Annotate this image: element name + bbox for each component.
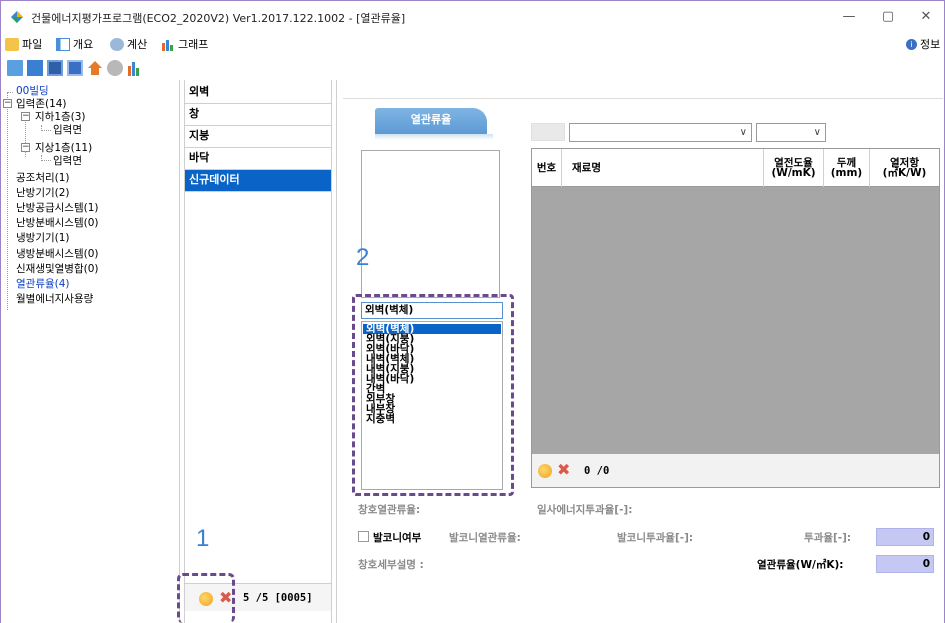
window-desc-label: 창호세부설명 : bbox=[358, 559, 424, 571]
balcony-checkbox[interactable] bbox=[358, 531, 369, 542]
category-item[interactable]: 창 bbox=[185, 104, 331, 126]
grid-header: 번호 재료명 열전도율 (W/mK) 두께 (mm) 열저항 (㎡K/W) bbox=[532, 149, 939, 187]
tree-collapse-icon[interactable]: − bbox=[21, 143, 30, 152]
callout-box-1 bbox=[177, 573, 235, 623]
thickness-select[interactable]: ∨ bbox=[756, 123, 826, 142]
tree-node-ahu[interactable]: 공조처리(1) bbox=[16, 170, 70, 185]
category-item-selected[interactable]: 신규데이터 bbox=[185, 170, 331, 192]
save-icon[interactable] bbox=[47, 60, 63, 76]
tab-underline bbox=[375, 134, 493, 140]
tree-node-basement1-face[interactable]: 입력면 bbox=[53, 122, 82, 137]
menu-bar: 파일 개요 계산 그래프 i 정보 bbox=[0, 32, 945, 56]
gear-icon[interactable] bbox=[107, 60, 123, 76]
grid-col-thickness[interactable]: 두께 (mm) bbox=[824, 149, 870, 187]
title-bar: 건물에너지평가프로그램(ECO2_2020V2) Ver1.2017.122.1… bbox=[0, 0, 945, 32]
category-count: 5 /5 [0005] bbox=[243, 592, 313, 604]
menu-file-label: 파일 bbox=[22, 38, 43, 51]
category-item[interactable]: 지붕 bbox=[185, 126, 331, 148]
grid-col-name[interactable]: 재료명 bbox=[562, 149, 764, 187]
new-file-icon[interactable] bbox=[7, 60, 23, 76]
uvalue-result-field[interactable]: 0 bbox=[876, 555, 934, 573]
material-code-box bbox=[531, 123, 565, 141]
material-select[interactable]: ∨ bbox=[569, 123, 752, 142]
uvalue-result-label: 열관류율(W/㎡K): bbox=[757, 559, 844, 571]
callout-number-2: 2 bbox=[356, 244, 370, 271]
tree-connector bbox=[41, 155, 51, 161]
layer-grid[interactable]: 번호 재료명 열전도율 (W/mK) 두께 (mm) 열저항 (㎡K/W) bbox=[531, 148, 940, 488]
upper-list-box[interactable] bbox=[361, 150, 500, 298]
tree-node-heating-dist[interactable]: 난방분배시스템(0) bbox=[16, 215, 99, 230]
menu-info-label: 정보 bbox=[920, 38, 941, 51]
home-icon[interactable] bbox=[87, 60, 103, 76]
window-uvalue-label: 창호열관류율: bbox=[358, 504, 421, 516]
tree-collapse-icon[interactable]: − bbox=[21, 112, 30, 121]
bar-chart-icon bbox=[162, 39, 173, 51]
minimize-button[interactable]: — bbox=[829, 5, 869, 29]
toolbar bbox=[0, 56, 945, 80]
menu-calc-label: 계산 bbox=[127, 38, 148, 51]
tree-node-renewable[interactable]: 신재생및열병합(0) bbox=[16, 261, 99, 276]
grid-col-resistance[interactable]: 열저항 (㎡K/W) bbox=[870, 149, 939, 187]
balcony-label: 발코니여부 bbox=[373, 532, 422, 544]
tree-node-cooling-equip[interactable]: 냉방기기(1) bbox=[16, 230, 70, 245]
category-item[interactable]: 외벽 bbox=[185, 82, 331, 104]
menu-file[interactable]: 파일 bbox=[5, 36, 42, 52]
shgc-label: 일사에너지투과율[-]: bbox=[537, 504, 633, 516]
menu-info[interactable]: i 정보 bbox=[906, 36, 940, 52]
calculator-icon bbox=[110, 37, 124, 51]
transmittance-field[interactable]: 0 bbox=[876, 528, 934, 546]
chevron-down-icon: ∨ bbox=[813, 127, 821, 138]
tree-node-floor1-face[interactable]: 입력면 bbox=[53, 153, 82, 168]
callout-box-2 bbox=[352, 294, 514, 496]
balcony-uvalue-label: 발코니열관류율: bbox=[449, 532, 521, 544]
tree-node-cooling-dist[interactable]: 냉방분배시스템(0) bbox=[16, 246, 99, 261]
add-icon[interactable] bbox=[538, 464, 552, 478]
menu-overview-label: 개요 bbox=[73, 38, 94, 51]
open-folder-icon[interactable] bbox=[27, 60, 43, 76]
save-as-icon[interactable] bbox=[67, 60, 83, 76]
close-button[interactable]: ✕ bbox=[906, 5, 945, 29]
category-item[interactable]: 바닥 bbox=[185, 148, 331, 170]
tree-node-uvalue[interactable]: 열관류율(4) bbox=[16, 276, 70, 291]
delete-icon[interactable]: ✖ bbox=[557, 462, 570, 478]
tree-collapse-icon[interactable]: − bbox=[3, 99, 12, 108]
callout-number-1: 1 bbox=[196, 525, 210, 552]
grid-footer: ✖ 0 /0 bbox=[531, 454, 940, 488]
menu-calc[interactable]: 계산 bbox=[110, 36, 147, 52]
chevron-down-icon: ∨ bbox=[739, 127, 747, 138]
folder-icon bbox=[5, 37, 19, 51]
tab-uvalue[interactable]: 열관류율 bbox=[375, 108, 487, 136]
project-tree: 00빌딩 − 입력존(14) − 지하1층(3) 입력면 − 지상1층(11) … bbox=[0, 80, 180, 623]
tree-node-heating-supply[interactable]: 난방공급시스템(1) bbox=[16, 200, 99, 215]
transmittance-label: 투과율[-]: bbox=[804, 532, 852, 544]
menu-graph[interactable]: 그래프 bbox=[161, 36, 208, 52]
window-title: 건물에너지평가프로그램(ECO2_2020V2) Ver1.2017.122.1… bbox=[31, 12, 406, 25]
grid-col-conductivity[interactable]: 열전도율 (W/mK) bbox=[764, 149, 824, 187]
grid-count: 0 /0 bbox=[584, 465, 610, 477]
tree-node-monthly[interactable]: 월별에너지사용량 bbox=[16, 291, 93, 306]
tree-connector bbox=[7, 92, 8, 310]
app-logo-icon bbox=[11, 11, 23, 23]
menu-graph-label: 그래프 bbox=[178, 38, 209, 51]
menu-overview[interactable]: 개요 bbox=[56, 36, 93, 52]
maximize-button[interactable]: ▢ bbox=[868, 5, 908, 29]
grid-col-no[interactable]: 번호 bbox=[532, 149, 562, 187]
info-icon: i bbox=[906, 38, 917, 50]
tree-connector bbox=[41, 125, 51, 131]
document-chart-icon bbox=[56, 37, 70, 51]
tree-node-heating-equip[interactable]: 난방기기(2) bbox=[16, 185, 70, 200]
balcony-trans-label: 발코니투과율[-]: bbox=[617, 532, 694, 544]
chart-icon[interactable] bbox=[127, 60, 143, 76]
